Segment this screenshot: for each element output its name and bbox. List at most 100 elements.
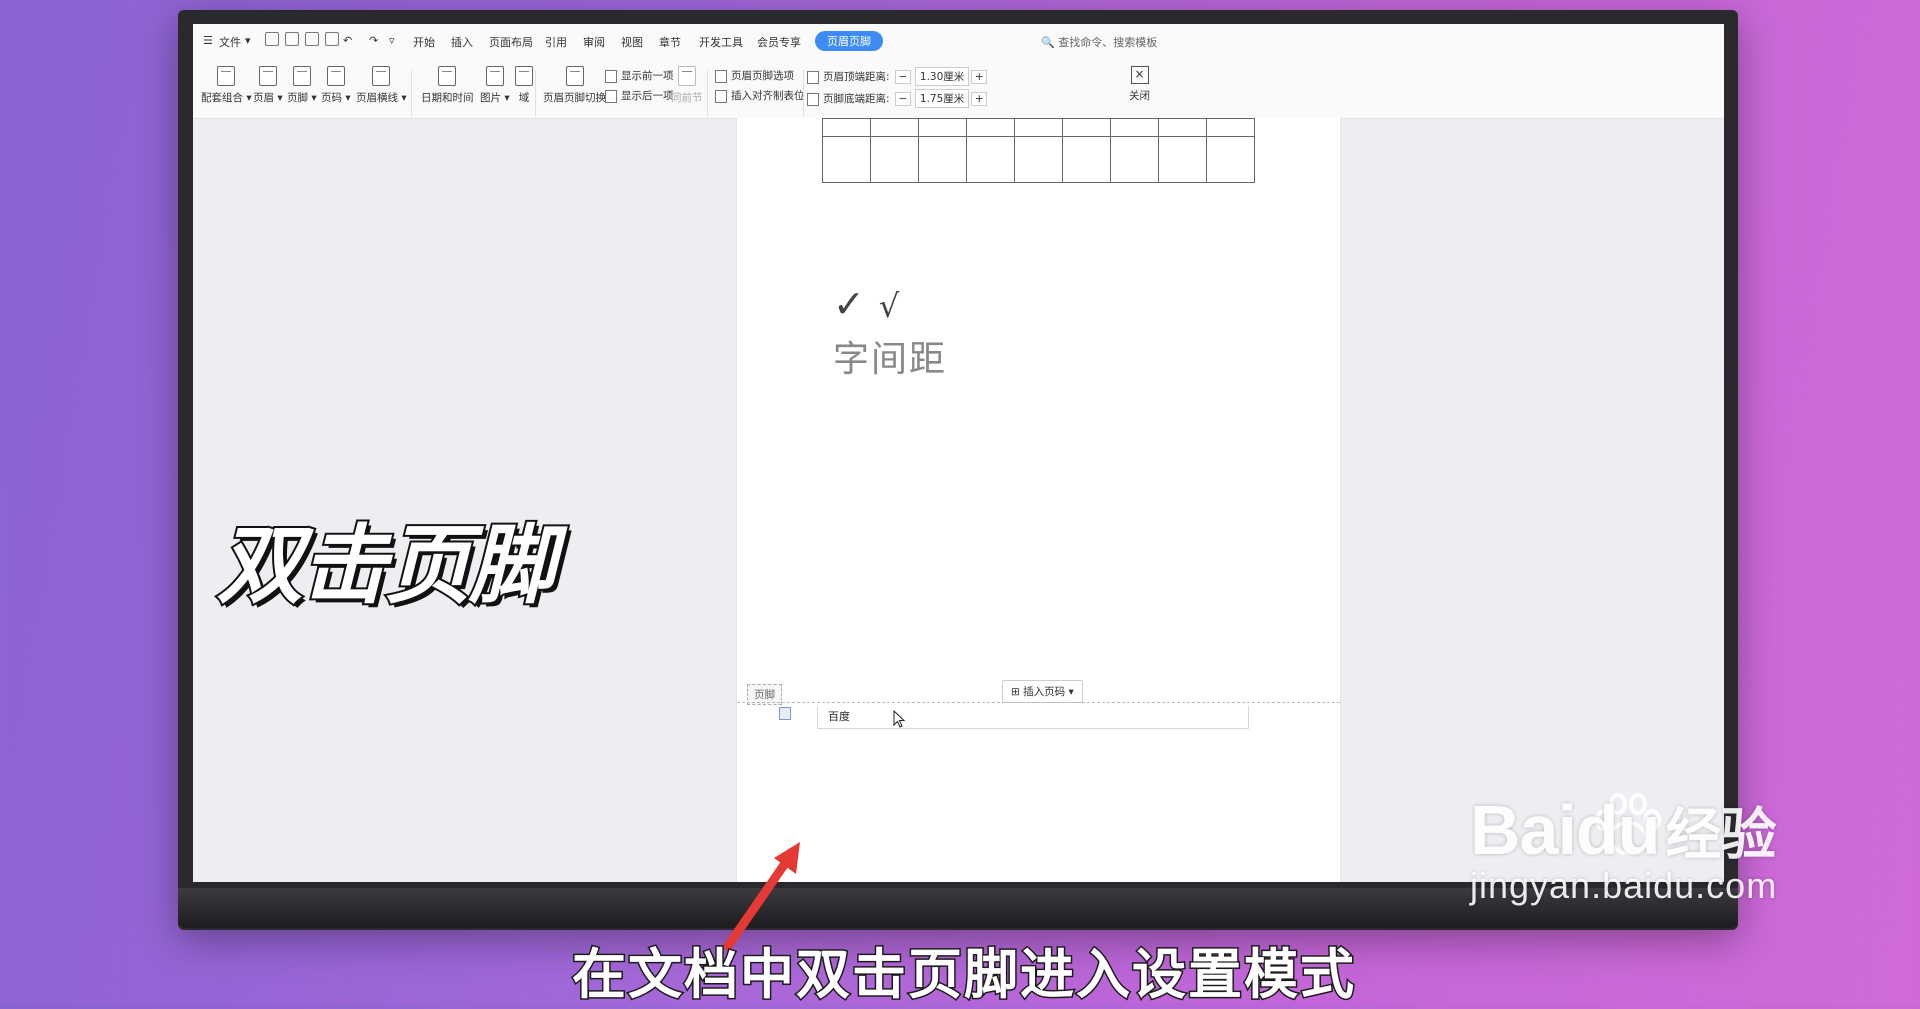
increment-button[interactable]: +: [971, 70, 988, 84]
header-line-button[interactable]: 页眉横线 ▾: [356, 64, 407, 105]
tab-developer[interactable]: 开发工具: [699, 34, 743, 50]
divider: [411, 70, 412, 116]
toolbar: 配套组合 ▾ 页眉 ▾ 页脚 ▾ 页码 ▾ 页眉横线 ▾ 日期和时间 图片 ▾ …: [193, 64, 1724, 116]
customize-icon[interactable]: ▿: [389, 34, 395, 47]
show-next-button[interactable]: 显示后一项: [605, 88, 674, 103]
picture-icon: [485, 66, 504, 86]
mouse-cursor-icon: [893, 710, 905, 728]
document-page[interactable]: ✓ √ 字间距 页脚 ⊞ 插入页码 ▾ 百度: [736, 118, 1341, 882]
align-tab-icon: [715, 89, 727, 103]
header-footer-switch-button[interactable]: 页眉页脚切换: [543, 64, 606, 105]
table-cell[interactable]: [1110, 118, 1159, 137]
tab-references[interactable]: 引用: [545, 34, 567, 50]
field-icon: [515, 66, 533, 86]
document-table[interactable]: [822, 118, 1255, 183]
save-icon[interactable]: [265, 32, 279, 46]
tab-review[interactable]: 审阅: [583, 34, 605, 50]
table-cell[interactable]: [1062, 118, 1111, 137]
tab-insert[interactable]: 插入: [451, 34, 473, 50]
table-cell[interactable]: [1206, 118, 1255, 137]
table-cell[interactable]: [1158, 118, 1207, 137]
combo-button[interactable]: 配套组合 ▾: [201, 64, 252, 105]
table-cell[interactable]: [1206, 136, 1255, 183]
calendar-icon: [438, 66, 457, 86]
table-cell[interactable]: [1158, 136, 1207, 183]
table-cell[interactable]: [1110, 136, 1159, 183]
header-distance-icon: [807, 70, 819, 84]
close-icon: ×: [1130, 66, 1149, 84]
switch-icon: [565, 66, 584, 86]
print-icon[interactable]: [305, 32, 319, 46]
table-cell[interactable]: [870, 136, 919, 183]
footer-bottom-input[interactable]: 1.75厘米: [914, 89, 970, 108]
page-number-button[interactable]: 页码 ▾: [321, 64, 351, 105]
file-menu[interactable]: 文件: [219, 34, 241, 50]
header-button[interactable]: 页眉 ▾: [253, 64, 283, 105]
overlay-title: 双击页脚: [215, 514, 557, 618]
tab-chapter[interactable]: 章节: [659, 34, 681, 50]
options-icon: [715, 69, 727, 83]
divider: [535, 70, 536, 116]
footer-icon: [292, 66, 311, 86]
table-cell[interactable]: [918, 118, 967, 137]
table-cell[interactable]: [966, 118, 1015, 137]
next-icon: [605, 89, 617, 103]
table-cell[interactable]: [822, 118, 871, 137]
header-top-distance: 页眉顶端距离: −1.30厘米 +: [807, 67, 988, 86]
chevron-down-icon[interactable]: ▾: [245, 34, 251, 47]
caption-text: 在文档中双击页脚进入设置模式: [571, 942, 1356, 1008]
table-row: [822, 136, 1255, 183]
table-cell[interactable]: [870, 118, 919, 137]
ribbon: ☰ 文件 ▾ ↶ ↷ ▿ 开始 插入 页面布局 引用 审阅 视图 章节 开发工具…: [193, 24, 1724, 119]
divider: [707, 70, 708, 116]
combo-icon: [217, 66, 236, 86]
insert-align-tab-button[interactable]: 插入对齐制表位: [715, 88, 805, 103]
table-cell[interactable]: [918, 136, 967, 183]
document-text: 字间距: [833, 339, 948, 380]
table-cell[interactable]: [966, 136, 1015, 183]
search-input[interactable]: 🔍 查找命令、搜索模板: [1041, 34, 1157, 50]
field-button[interactable]: 域: [515, 64, 533, 105]
footer-area[interactable]: [817, 706, 1249, 729]
picture-button[interactable]: 图片 ▾: [480, 64, 510, 105]
redo-icon[interactable]: ↷: [369, 34, 378, 47]
show-prev-button[interactable]: 显示前一项: [605, 68, 674, 83]
watermark-url: jingyan.baidu.com: [1470, 865, 1778, 906]
footer-distance-icon: [807, 92, 819, 106]
footer-button[interactable]: 页脚 ▾: [287, 64, 317, 105]
tab-view[interactable]: 视图: [621, 34, 643, 50]
link-icon: [677, 66, 696, 86]
close-button[interactable]: × 关闭: [1129, 66, 1150, 103]
divider: [803, 70, 804, 116]
header-icon: [258, 66, 277, 86]
tab-member[interactable]: 会员专享: [757, 34, 801, 50]
decrement-button[interactable]: −: [894, 70, 911, 84]
tab-header-footer[interactable]: 页眉页脚: [815, 31, 883, 51]
same-as-prev-button[interactable]: 同前节: [671, 64, 703, 105]
table-cell[interactable]: [822, 136, 871, 183]
watermark-brand: Baidu 经验: [1470, 791, 1776, 869]
table-cell[interactable]: [1014, 118, 1063, 137]
layout-options-icon[interactable]: [779, 707, 791, 720]
tab-page-layout[interactable]: 页面布局: [489, 34, 533, 50]
insert-page-number-button[interactable]: ⊞ 插入页码 ▾: [1002, 680, 1083, 703]
page-number-icon: [326, 66, 345, 86]
table-cell[interactable]: [1014, 136, 1063, 183]
tab-home[interactable]: 开始: [413, 34, 435, 50]
check-marks: ✓ √: [833, 282, 900, 326]
header-top-input[interactable]: 1.30厘米: [914, 67, 970, 86]
undo-icon[interactable]: ↶: [343, 34, 352, 47]
menu-icon[interactable]: ☰: [203, 34, 213, 47]
decrement-button[interactable]: −: [894, 92, 911, 106]
header-footer-options-button[interactable]: 页眉页脚选项: [715, 68, 794, 83]
date-time-button[interactable]: 日期和时间: [421, 64, 474, 105]
table-row: [822, 118, 1255, 137]
footer-text[interactable]: 百度: [828, 708, 850, 724]
print-preview-icon[interactable]: [325, 32, 339, 46]
export-pdf-icon[interactable]: [285, 32, 299, 46]
menu-bar: ☰ 文件 ▾ ↶ ↷ ▿ 开始 插入 页面布局 引用 审阅 视图 章节 开发工具…: [193, 24, 1724, 58]
baidu-watermark: Baidu 经验 jingyan.baidu.com: [1470, 790, 1777, 907]
prev-icon: [605, 69, 617, 83]
increment-button[interactable]: +: [971, 92, 988, 106]
table-cell[interactable]: [1062, 136, 1111, 183]
